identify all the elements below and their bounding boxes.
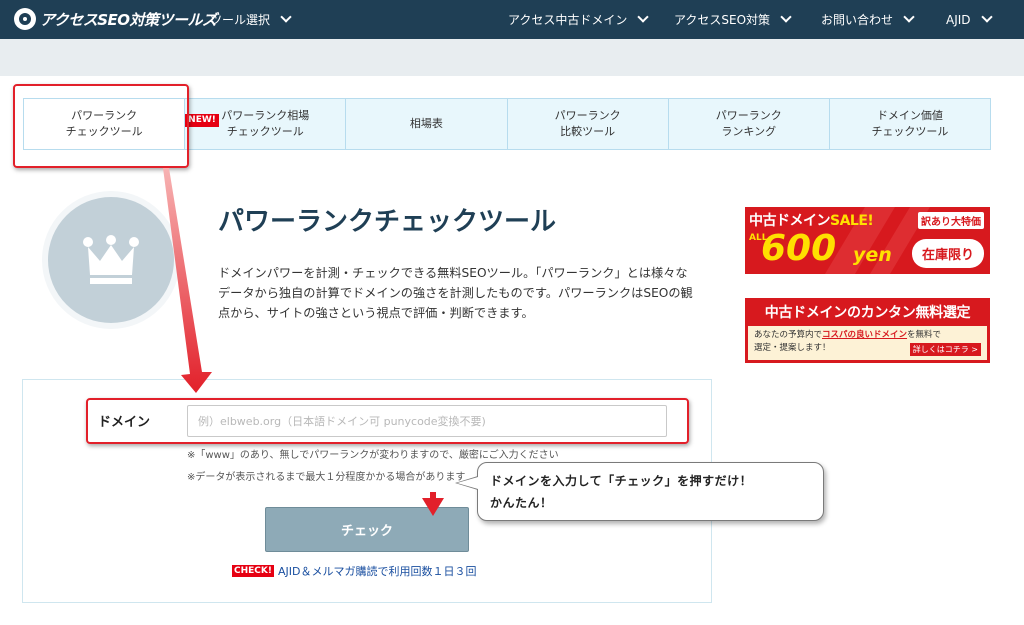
tab-domain-value-check[interactable]: ドメイン価値 チェックツール xyxy=(830,99,990,149)
chevron-down-icon xyxy=(280,11,292,23)
domain-select-banner[interactable]: 中古ドメインのカンタン無料選定 あなたの予算内でコスパの良いドメインを無料で選定… xyxy=(745,298,990,363)
nav-label: アクセスSEO対策 xyxy=(674,13,771,27)
chevron-down-icon xyxy=(637,11,650,23)
nav-tool-select[interactable]: ツール選択 xyxy=(210,0,292,39)
sub-header-bar xyxy=(0,39,1024,76)
logo-icon xyxy=(14,8,36,30)
chevron-down-icon xyxy=(780,11,792,23)
crown-icon-circle xyxy=(48,197,174,323)
sale-banner-unit: yen xyxy=(853,244,892,266)
callout-tail-inner xyxy=(457,477,478,489)
top-nav-bar: アクセスSEO対策ツールズ ツール選択 アクセス中古ドメイン アクセスSEO対策… xyxy=(0,0,1024,39)
site-logo[interactable]: アクセスSEO対策ツールズ xyxy=(14,8,217,30)
tab-powerrank-check[interactable]: パワーランク チェックツール xyxy=(24,99,186,149)
tab-powerrank-market-check[interactable]: NEW! パワーランク相場 チェックツール xyxy=(185,99,347,149)
nav-used-domain[interactable]: アクセス中古ドメイン xyxy=(508,0,650,39)
select-banner-heading: 中古ドメインのカンタン無料選定 xyxy=(748,301,987,326)
tab-powerrank-compare[interactable]: パワーランク 比較ツール xyxy=(508,99,669,149)
tab-label: パワーランク ランキング xyxy=(715,109,782,138)
nav-label: お問い合わせ xyxy=(821,13,894,27)
nav-label: アクセス中古ドメイン xyxy=(508,13,628,27)
tab-market-table[interactable]: 相場表 xyxy=(346,99,508,149)
sale-banner-limited: 在庫限り xyxy=(911,239,984,268)
page-title: パワーランクチェックツール xyxy=(218,207,557,237)
callout-bubble: ドメインを入力して「チェック」を押すだけ！ かんたん！ xyxy=(477,462,824,521)
intro-text: ドメインパワーを計測・チェックできる無料SEOツール。「パワーランク」とは様々な… xyxy=(218,266,693,320)
promo-line: CHECK! AJID＆メルマガ購読で利用回数１日３回 xyxy=(232,563,476,579)
sale-banner-tag: 訳あり大特価 xyxy=(918,212,984,229)
domain-label: ドメイン xyxy=(98,415,151,430)
note-www: ※「www」のあり、無しでパワーランクが変わりますので、厳密にご入力ください xyxy=(187,450,559,461)
tab-powerrank-ranking[interactable]: パワーランク ランキング xyxy=(669,99,830,149)
logo-text: アクセスSEO対策ツールズ xyxy=(40,10,217,29)
crown-icon xyxy=(83,235,139,284)
tab-label: 相場表 xyxy=(409,117,443,130)
chevron-down-icon xyxy=(980,11,993,23)
sale-banner[interactable]: 中古ドメインSALE! 訳あり大特価 ALL 600 yen 在庫限り xyxy=(745,207,990,274)
sale-banner-price: 600 xyxy=(761,228,837,269)
nav-label: AJID xyxy=(946,12,971,27)
tab-label: パワーランク チェックツール xyxy=(65,109,143,138)
tool-tabs: パワーランク チェックツール NEW! パワーランク相場 チェックツール 相場表… xyxy=(23,98,991,150)
chevron-down-icon xyxy=(903,11,915,23)
promo-link[interactable]: AJID＆メルマガ購読で利用回数１日３回 xyxy=(278,563,476,579)
new-badge: NEW! xyxy=(185,114,219,127)
nav-contact[interactable]: お問い合わせ xyxy=(821,0,915,39)
sale-banner-all: ALL xyxy=(749,233,768,243)
tab-label: パワーランク相場 チェックツール xyxy=(221,109,310,138)
sale-banner-heading: 中古ドメインSALE! xyxy=(749,213,874,229)
nav-label: ツール選択 xyxy=(210,13,271,27)
domain-input[interactable] xyxy=(187,405,667,437)
tab-label: ドメイン価値 チェックツール xyxy=(871,109,949,138)
check-badge: CHECK! xyxy=(232,565,274,577)
nav-seo[interactable]: アクセスSEO対策 xyxy=(674,0,792,39)
note-wait: ※データが表示されるまで最大１分程度かかる場合があります xyxy=(187,472,466,483)
select-banner-link[interactable]: 詳しくはコチラ > xyxy=(909,343,981,356)
tab-label: パワーランク 比較ツール xyxy=(554,109,621,138)
check-button[interactable]: チェック xyxy=(265,507,469,552)
nav-ajid[interactable]: AJID xyxy=(946,0,993,39)
